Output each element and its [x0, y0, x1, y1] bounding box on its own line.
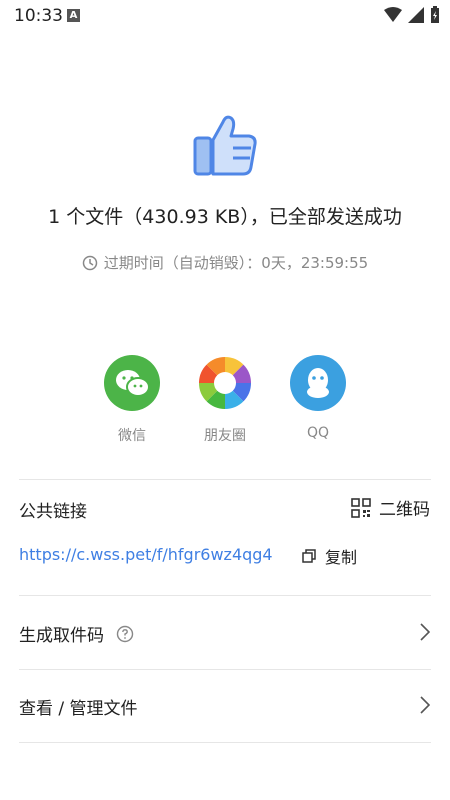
share-moments-label: 朋友圈: [204, 428, 246, 444]
copy-label: 复制: [325, 548, 358, 567]
divider: [19, 479, 431, 480]
share-moments-button[interactable]: 朋友圈: [185, 355, 265, 445]
share-options: 微信 朋友圈 QQ: [0, 355, 450, 450]
share-wechat-label: 微信: [118, 428, 146, 444]
copy-icon: [302, 549, 316, 563]
thumbs-up-icon: [193, 115, 257, 176]
send-success-text: 1 个文件（430.93 KB），已全部发送成功: [48, 206, 402, 228]
expire-text: 过期时间（自动销毁）：0天，23:59:55: [103, 254, 369, 272]
qq-icon: [290, 355, 346, 411]
wifi-icon: [384, 7, 402, 22]
divider: [19, 742, 431, 743]
manage-files-label: 查看 / 管理文件: [19, 699, 138, 719]
expire-info: 过期时间（自动销毁）：0天，23:59:55: [0, 252, 450, 273]
share-qq-button[interactable]: QQ: [278, 355, 358, 441]
manage-files-row[interactable]: 查看 / 管理文件: [0, 670, 450, 742]
help-icon[interactable]: [116, 625, 134, 643]
status-bar: 10:33 A: [0, 0, 450, 32]
public-link-title: 公共链接: [19, 502, 87, 522]
status-time: 10:33: [14, 6, 63, 26]
moments-icon: [197, 355, 253, 411]
generate-pickup-code-row[interactable]: 生成取件码: [0, 597, 450, 669]
signal-icon: [408, 7, 424, 23]
share-wechat-button[interactable]: 微信: [92, 355, 172, 445]
qr-code-label: 二维码: [379, 500, 430, 520]
qr-code-button[interactable]: 二维码: [351, 495, 430, 520]
clock-icon: [82, 255, 98, 270]
status-icons: [384, 6, 440, 24]
share-url-link[interactable]: https://c.wss.pet/f/hfgr6wz4qg4: [19, 545, 273, 564]
wechat-icon: [104, 355, 160, 411]
divider: [19, 595, 431, 596]
chevron-right-icon: [420, 696, 430, 714]
generate-pickup-code-label: 生成取件码: [19, 626, 104, 646]
share-qq-label: QQ: [306, 425, 330, 441]
accessibility-badge-icon: A: [67, 9, 80, 22]
battery-icon: [431, 6, 439, 23]
chevron-right-icon: [420, 623, 430, 641]
qr-code-icon: [351, 497, 371, 518]
copy-button[interactable]: 复制: [301, 544, 357, 568]
